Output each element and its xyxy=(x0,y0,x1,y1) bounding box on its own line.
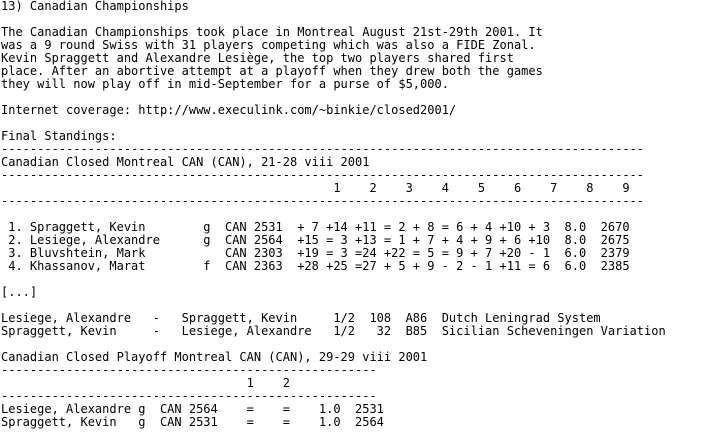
internet-coverage: Internet coverage: http://www.execulink.… xyxy=(1,103,457,117)
document: 13) Canadian Championships The Canadian … xyxy=(0,0,718,442)
divider: ----------------------------------------… xyxy=(1,194,644,208)
intro-line-5: they will now play off in mid-September … xyxy=(1,77,449,91)
standings-row: 4. Khassanov, Marat f CAN 2363 +28 +25 =… xyxy=(1,259,630,273)
heading: 13) Canadian Championships xyxy=(1,0,189,13)
playoff-row: Spraggett, Kevin g CAN 2531 = = 1.0 2564 xyxy=(1,415,384,429)
game-row: Spraggett, Kevin - Lesiege, Alexandre 1/… xyxy=(1,324,666,338)
ellipsis: [...] xyxy=(1,285,38,299)
